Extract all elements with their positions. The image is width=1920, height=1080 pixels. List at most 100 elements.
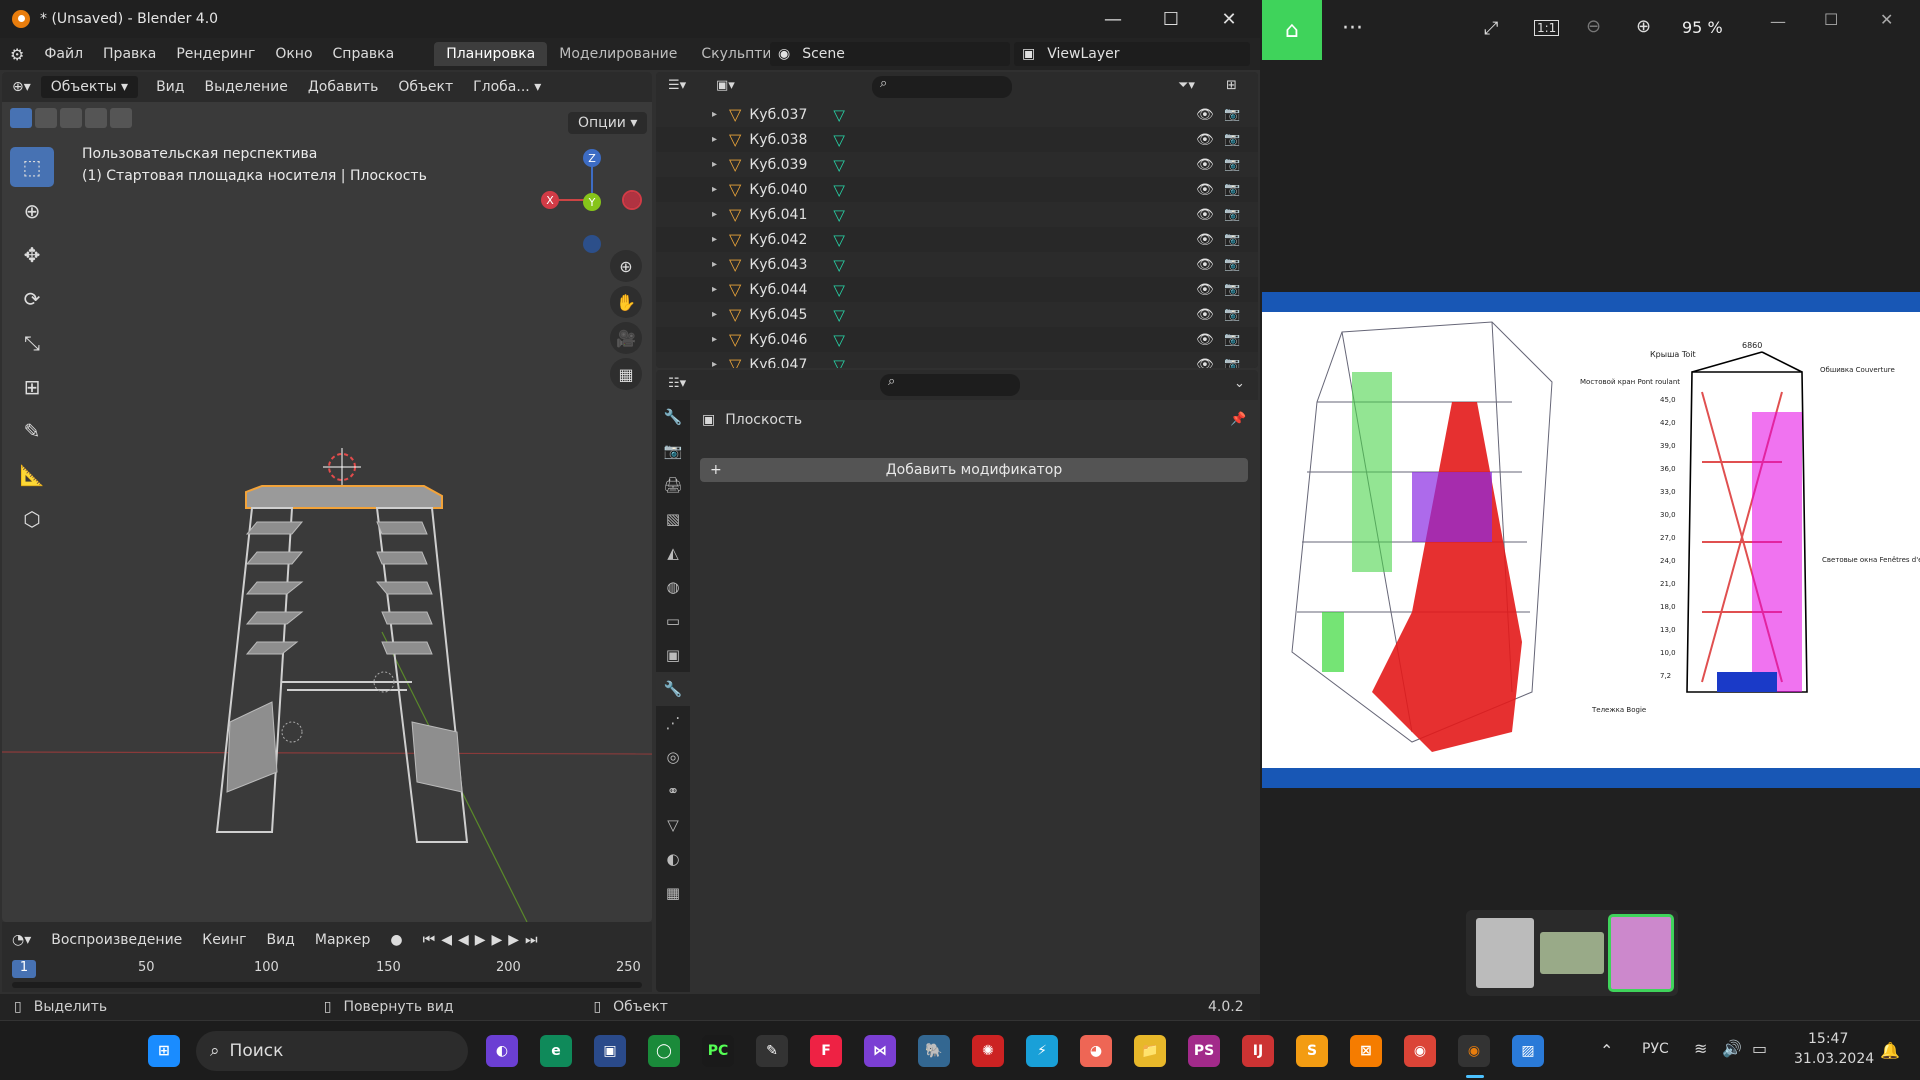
- mesh-data-icon[interactable]: ▽: [833, 356, 845, 369]
- mesh-data-icon[interactable]: ▽: [833, 331, 845, 349]
- visibility-eye-icon[interactable]: 👁: [1196, 307, 1214, 323]
- menu-playback[interactable]: Воспроизведение: [41, 932, 192, 948]
- expand-arrow-icon[interactable]: ▸: [712, 284, 717, 295]
- postgres-icon[interactable]: 🐘: [918, 1035, 950, 1067]
- zoom-in-icon[interactable]: ⊕: [1636, 16, 1651, 37]
- pycharm-icon[interactable]: PC: [702, 1035, 734, 1067]
- outliner[interactable]: ☰▾ ▣▾ ⌕ ⏷▾ ⊞ ▸ ▽ Куб.037 ▽ 👁 📷 ▸ ▽ Куб.038 ▽ 👁 📷 ▸ ▽ К…: [656, 72, 1258, 368]
- notification-icon[interactable]: 🔔: [1880, 1041, 1900, 1060]
- thumbnail[interactable]: [1476, 918, 1534, 988]
- zoom-out-icon[interactable]: ⊖: [1586, 16, 1601, 37]
- menu-render[interactable]: Рендеринг: [166, 46, 265, 62]
- mesh-data-icon[interactable]: ▽: [833, 256, 845, 274]
- menu-edit[interactable]: Правка: [93, 46, 166, 62]
- outliner-search-input[interactable]: ⌕: [872, 76, 1012, 98]
- data-tab-icon[interactable]: ▽: [656, 808, 690, 842]
- view-layer-field[interactable]: ▣ ViewLayer: [1014, 42, 1250, 66]
- expand-arrow-icon[interactable]: ▸: [712, 359, 717, 368]
- render-camera-icon[interactable]: 📷: [1224, 232, 1240, 247]
- editor-type-icon[interactable]: ◔▾: [2, 932, 41, 948]
- object-tab-icon[interactable]: ▣: [656, 638, 690, 672]
- render-camera-icon[interactable]: 📷: [1224, 157, 1240, 172]
- constraints-tab-icon[interactable]: ⚭: [656, 774, 690, 808]
- filter-icon[interactable]: ⏷▾: [1178, 78, 1195, 93]
- new-collection-icon[interactable]: ⊞: [1226, 78, 1237, 93]
- timeline-scrollbar[interactable]: [12, 982, 642, 988]
- windows-start-icon[interactable]: ⊞: [148, 1035, 180, 1067]
- scene-field[interactable]: ◉ Scene: [770, 42, 1010, 66]
- minimize-button[interactable]: —: [1084, 0, 1142, 38]
- render-camera-icon[interactable]: 📷: [1224, 107, 1240, 122]
- expand-arrow-icon[interactable]: ▸: [712, 234, 717, 245]
- language-indicator[interactable]: РУС: [1642, 1041, 1669, 1057]
- scene-tab-icon[interactable]: ◭: [656, 536, 690, 570]
- view-layer-tab-icon[interactable]: ▧: [656, 502, 690, 536]
- visibility-eye-icon[interactable]: 👁: [1196, 207, 1214, 223]
- chrome-icon[interactable]: ◉: [1404, 1035, 1436, 1067]
- physics-tab-icon[interactable]: ◎: [656, 740, 690, 774]
- 3d-viewport[interactable]: ⊕▾ Объекты ▾ Вид Выделение Добавить Объе…: [2, 72, 652, 922]
- file-explorer-icon[interactable]: 📁: [1134, 1035, 1166, 1067]
- phpstorm-icon[interactable]: PS: [1188, 1035, 1220, 1067]
- visibility-eye-icon[interactable]: 👁: [1196, 107, 1214, 123]
- tool-tab-icon[interactable]: 🔧: [656, 400, 690, 434]
- render-camera-icon[interactable]: 📷: [1224, 282, 1240, 297]
- properties-editor[interactable]: ☷▾ ⌕ ⌄ 🔧 📷 🖨 ▧ ◭ ◍ ▭ ▣ 🔧 ⋰ ◎ ⚭ ▽ ◐ ▦ ▣ П…: [656, 370, 1258, 992]
- render-camera-icon[interactable]: 📷: [1224, 182, 1240, 197]
- firefox-icon[interactable]: ◕: [1080, 1035, 1112, 1067]
- expand-arrow-icon[interactable]: ▸: [712, 209, 717, 220]
- material-tab-icon[interactable]: ◐: [656, 842, 690, 876]
- app-icon[interactable]: ▣: [594, 1035, 626, 1067]
- blender-menu-icon[interactable]: ⚙: [0, 45, 34, 64]
- clock-time[interactable]: 15:47: [1808, 1031, 1848, 1047]
- outliner-item[interactable]: ▸ ▽ Куб.047 ▽ 👁 📷: [656, 352, 1258, 368]
- visibility-eye-icon[interactable]: 👁: [1196, 257, 1214, 273]
- visibility-eye-icon[interactable]: 👁: [1196, 132, 1214, 148]
- expand-arrow-icon[interactable]: ▸: [712, 259, 717, 270]
- app-icon[interactable]: ✺: [972, 1035, 1004, 1067]
- xampp-icon[interactable]: ⊠: [1350, 1035, 1382, 1067]
- output-tab-icon[interactable]: 🖨: [656, 468, 690, 502]
- close-button[interactable]: ✕: [1880, 10, 1893, 29]
- texture-tab-icon[interactable]: ▦: [656, 876, 690, 910]
- expand-arrow-icon[interactable]: ▸: [712, 309, 717, 320]
- expand-arrow-icon[interactable]: ▸: [712, 334, 717, 345]
- mesh-data-icon[interactable]: ▽: [833, 156, 845, 174]
- menu-marker[interactable]: Маркер: [305, 932, 381, 948]
- volume-icon[interactable]: 🔊: [1722, 1039, 1742, 1058]
- maximize-button[interactable]: ☐: [1142, 0, 1200, 38]
- app-icon[interactable]: ◯: [648, 1035, 680, 1067]
- app-icon[interactable]: ◐: [486, 1035, 518, 1067]
- expand-arrow-icon[interactable]: ▸: [712, 184, 717, 195]
- more-icon[interactable]: ···: [1342, 16, 1363, 41]
- menu-keying[interactable]: Кеинг: [192, 932, 256, 948]
- outliner-item[interactable]: ▸ ▽ Куб.046 ▽ 👁 📷: [656, 327, 1258, 352]
- timeline[interactable]: ◔▾ Воспроизведение Кеинг Вид Маркер ● ⏮◀…: [2, 922, 652, 992]
- visibility-eye-icon[interactable]: 👁: [1196, 157, 1214, 173]
- render-camera-icon[interactable]: 📷: [1224, 332, 1240, 347]
- expand-arrow-icon[interactable]: ▸: [712, 109, 717, 120]
- mesh-data-icon[interactable]: ▽: [833, 131, 845, 149]
- properties-search-input[interactable]: ⌕: [880, 374, 1020, 396]
- visual-studio-icon[interactable]: ⋈: [864, 1035, 896, 1067]
- outliner-item[interactable]: ▸ ▽ Куб.038 ▽ 👁 📷: [656, 127, 1258, 152]
- mesh-data-icon[interactable]: ▽: [833, 106, 845, 124]
- expand-arrow-icon[interactable]: ▸: [712, 159, 717, 170]
- outliner-item[interactable]: ▸ ▽ Куб.037 ▽ 👁 📷: [656, 102, 1258, 127]
- close-button[interactable]: ✕: [1200, 0, 1258, 38]
- minimize-button[interactable]: —: [1770, 12, 1786, 31]
- pin-icon[interactable]: 📌: [1230, 412, 1246, 427]
- battery-icon[interactable]: ▭: [1752, 1039, 1767, 1058]
- render-camera-icon[interactable]: 📷: [1224, 307, 1240, 322]
- tab-layout[interactable]: Планировка: [434, 42, 548, 66]
- outliner-item[interactable]: ▸ ▽ Куб.045 ▽ 👁 📷: [656, 302, 1258, 327]
- home-icon[interactable]: ⌂: [1262, 0, 1322, 60]
- playback-controls[interactable]: ⏮◀◀▶▶▶⏭: [413, 932, 554, 948]
- particles-tab-icon[interactable]: ⋰: [656, 706, 690, 740]
- mesh-data-icon[interactable]: ▽: [833, 181, 845, 199]
- outliner-item[interactable]: ▸ ▽ Куб.039 ▽ 👁 📷: [656, 152, 1258, 177]
- menu-file[interactable]: Файл: [34, 46, 93, 62]
- menu-window[interactable]: Окно: [265, 46, 322, 62]
- outliner-item[interactable]: ▸ ▽ Куб.042 ▽ 👁 📷: [656, 227, 1258, 252]
- add-modifier-button[interactable]: + Добавить модификатор: [700, 458, 1248, 482]
